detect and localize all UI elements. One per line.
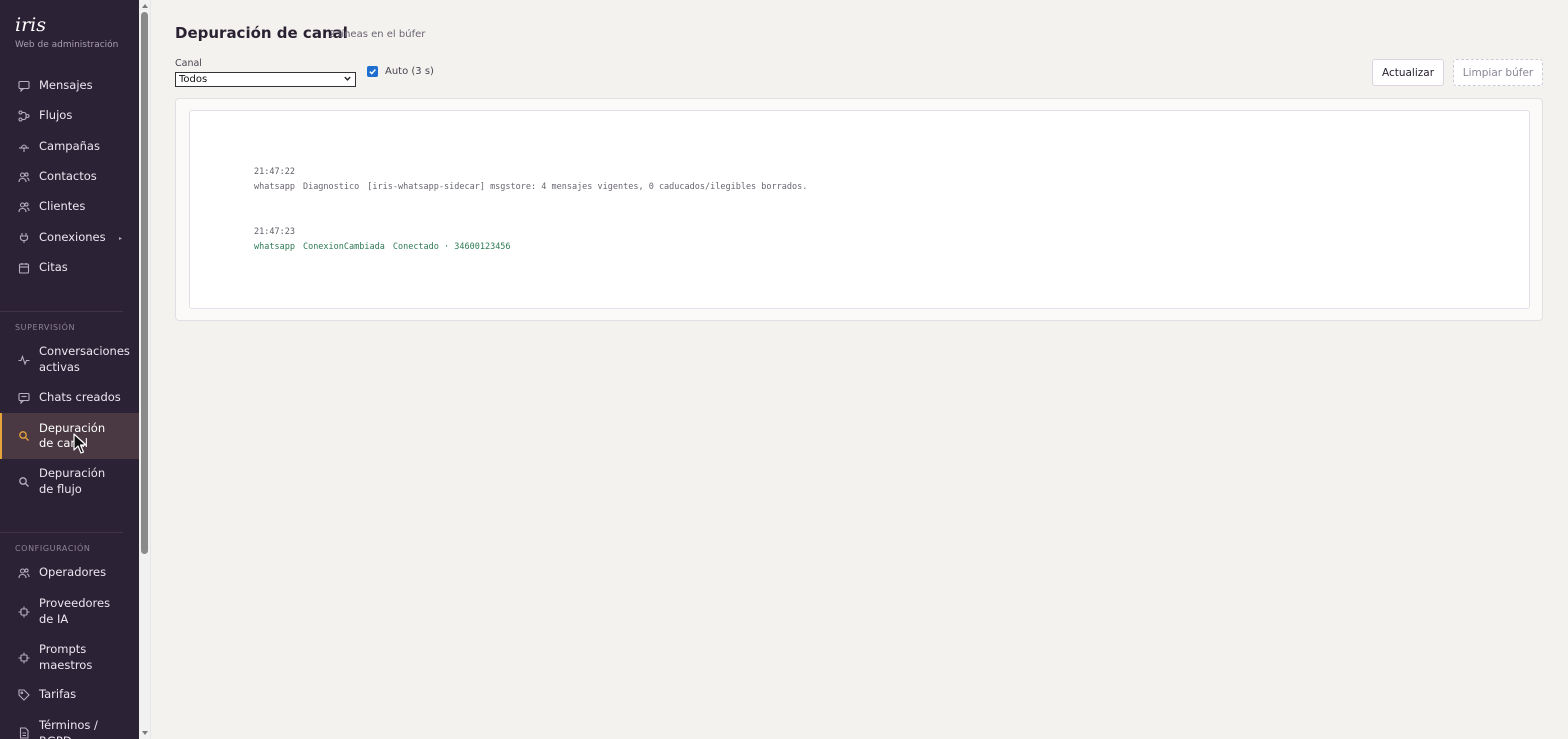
sidebar: iris Web de administración Mensajes Fluj… — [0, 0, 139, 739]
search-icon — [18, 430, 30, 442]
sidebar-item-depuracion-flujo[interactable]: Depuración de flujo — [0, 466, 139, 497]
sidebar-item-conexiones[interactable]: Conexiones ▸ — [0, 230, 139, 246]
brand[interactable]: iris Web de administración — [15, 14, 118, 50]
tag-icon — [18, 689, 30, 701]
sidebar-item-label: Conexiones — [39, 230, 106, 245]
main-content: Depuración de canal 2 líneas en el búfer… — [151, 0, 1568, 739]
calendar-icon — [18, 262, 30, 274]
sidebar-item-clientes[interactable]: Clientes — [0, 199, 139, 215]
sidebar-divider — [0, 311, 123, 312]
sidebar-item-depuracion-canal[interactable]: Depuración de canal — [0, 413, 139, 459]
sidebar-item-tarifas[interactable]: Tarifas — [0, 687, 139, 703]
refresh-button[interactable]: Actualizar — [1372, 59, 1444, 86]
sidebar-item-mensajes[interactable]: Mensajes — [0, 78, 139, 94]
operators-icon — [18, 567, 30, 579]
campaign-icon — [18, 141, 30, 153]
sidebar-item-contactos[interactable]: Contactos — [0, 169, 139, 185]
section-title-supervision: SUPERVISIÓN — [15, 323, 76, 332]
sidebar-item-campanas[interactable]: Campañas — [0, 139, 139, 155]
sidebar-item-label: Campañas — [39, 139, 100, 154]
sidebar-item-prompts-maestros[interactable]: Prompts maestros — [0, 642, 139, 673]
sidebar-item-label: Conversaciones activas — [39, 344, 130, 374]
sidebar-item-label: Citas — [39, 260, 68, 275]
sidebar-item-chats-creados[interactable]: Chats creados — [0, 390, 139, 406]
sidebar-item-flujos[interactable]: Flujos — [0, 108, 139, 124]
auto-refresh-checkbox[interactable] — [367, 66, 378, 77]
brand-subtitle: Web de administración — [15, 40, 119, 50]
sidebar-divider — [0, 532, 123, 533]
message-icon — [18, 80, 30, 92]
log-type: ConexionCambiada — [302, 241, 385, 252]
sidebar-item-label: Tarifas — [39, 687, 77, 702]
sidebar-item-label: Contactos — [39, 169, 97, 184]
chip-icon — [18, 652, 30, 664]
log-message: Conectado · 34600123456 — [392, 241, 511, 252]
scroll-down-icon[interactable] — [142, 731, 148, 735]
log-channel: whatsapp — [254, 181, 295, 192]
sidebar-item-operadores[interactable]: Operadores — [0, 565, 139, 581]
activity-icon — [18, 354, 30, 366]
scroll-thumb[interactable] — [141, 12, 148, 554]
sidebar-item-label: Proveedores de IA — [39, 596, 111, 626]
log-message: [iris-whatsapp-sidecar] msgstore: 4 mens… — [367, 181, 808, 192]
chevron-right-icon: ▸ — [118, 234, 122, 242]
canal-select-value: Todos — [179, 74, 208, 85]
section-title-configuracion: CONFIGURACIÓN — [15, 544, 91, 553]
sidebar-scrollbar[interactable] — [139, 0, 151, 739]
sidebar-item-terminos-rgpd[interactable]: Términos / RGPD — [0, 718, 139, 739]
log-line: whatsapp ConexionCambiada Conectado · 3460… — [254, 240, 519, 255]
log-entry: 21:47:23 whatsapp ConexionCambiada Conecta… — [254, 225, 519, 254]
buffer-count: 2 líneas en el búfer — [329, 29, 426, 40]
auto-refresh-label[interactable]: Auto (3 s) — [385, 66, 434, 77]
check-icon — [369, 69, 376, 75]
sidebar-item-label: Prompts maestros — [39, 642, 93, 672]
log-channel: whatsapp — [254, 241, 295, 252]
page-title: Depuración de canal — [175, 24, 348, 42]
sidebar-item-label: Depuración de flujo — [39, 466, 106, 496]
canal-select[interactable]: Todos — [175, 72, 356, 87]
chevron-down-icon — [343, 74, 352, 85]
sidebar-item-label: Chats creados — [39, 390, 121, 405]
sidebar-item-label: Operadores — [39, 565, 107, 580]
brand-name: iris — [15, 14, 46, 36]
plug-icon — [18, 232, 30, 244]
sidebar-item-label: Flujos — [39, 108, 73, 123]
sidebar-item-label: Términos / RGPD — [39, 718, 98, 739]
canal-label: Canal — [175, 58, 202, 69]
log-time: 21:47:23 — [254, 227, 295, 237]
log-card: 21:47:22 whatsapp Diagnostico [iris-whatsa… — [175, 98, 1543, 321]
sidebar-item-label: Clientes — [39, 199, 86, 214]
clients-icon — [18, 201, 30, 213]
sidebar-item-conversaciones-activas[interactable]: Conversaciones activas — [0, 344, 139, 375]
sidebar-item-label: Mensajes — [39, 78, 93, 93]
chat-icon — [18, 392, 30, 404]
sidebar-item-citas[interactable]: Citas — [0, 260, 139, 276]
mouse-cursor-icon — [73, 433, 87, 454]
search-icon — [18, 476, 30, 488]
log-time: 21:47:22 — [254, 167, 295, 177]
scroll-up-icon[interactable] — [142, 4, 148, 8]
sidebar-item-proveedores-ia[interactable]: Proveedores de IA — [0, 596, 139, 627]
log-line: whatsapp Diagnostico [iris-whatsapp-sideca… — [254, 180, 815, 195]
log-entry: 21:47:22 whatsapp Diagnostico [iris-whatsa… — [254, 165, 815, 194]
document-icon — [18, 727, 30, 739]
flow-icon — [18, 110, 30, 122]
contacts-icon — [18, 171, 30, 183]
chip-icon — [18, 606, 30, 618]
log-viewer[interactable]: 21:47:22 whatsapp Diagnostico [iris-whatsa… — [189, 110, 1530, 309]
log-type: Diagnostico — [302, 181, 360, 192]
clear-buffer-button[interactable]: Limpiar búfer — [1453, 59, 1543, 86]
